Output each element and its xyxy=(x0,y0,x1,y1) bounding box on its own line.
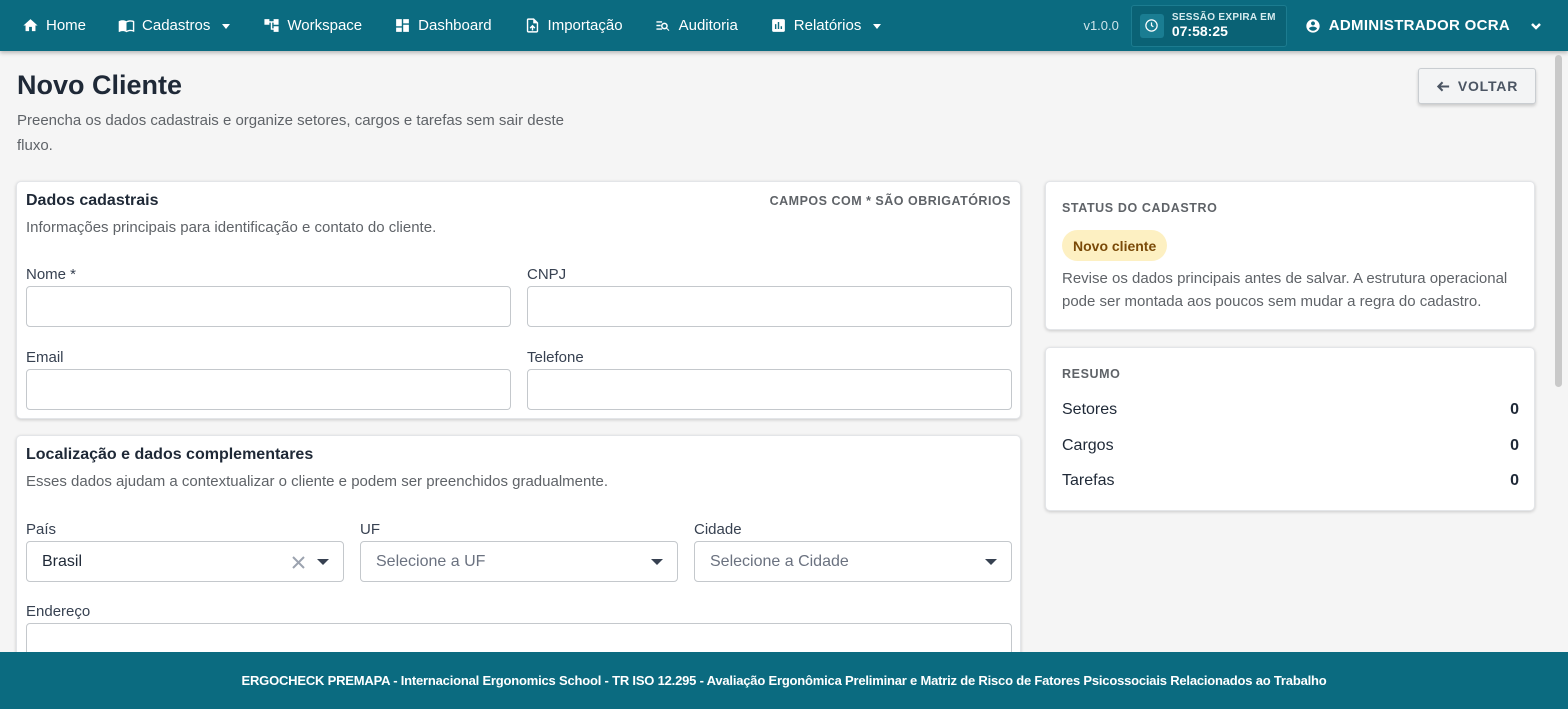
caret-down-icon xyxy=(873,23,882,29)
nav-workspace[interactable]: Workspace xyxy=(263,17,362,34)
book-icon xyxy=(118,20,135,33)
nome-field[interactable] xyxy=(26,286,511,327)
nav-relatorios[interactable]: Relatórios xyxy=(770,17,883,34)
nav-auditoria[interactable]: Auditoria xyxy=(655,17,738,34)
dropdown-arrow-icon[interactable] xyxy=(651,559,663,565)
nav-home-label: Home xyxy=(46,17,87,34)
endereco-label: Endereço xyxy=(26,603,91,620)
app-version: v1.0.0 xyxy=(1083,18,1119,33)
top-navbar: Home Cadastros Workspace Dashboard Impor… xyxy=(0,0,1568,51)
pais-label: País xyxy=(26,521,57,538)
footer-text: ERGOCHECK PREMAPA - Internacional Ergono… xyxy=(241,673,1327,688)
dashboard-icon xyxy=(396,19,410,32)
pais-select[interactable]: Brasil xyxy=(26,541,344,582)
caret-down-icon xyxy=(222,23,231,29)
page-scrollbar[interactable] xyxy=(1555,55,1562,387)
arrow-left-icon xyxy=(1436,81,1449,91)
card-title: Localização e dados complementares xyxy=(26,446,314,463)
card-description: Esses dados ajudam a contextualizar o cl… xyxy=(26,473,609,490)
cidade-label: Cidade xyxy=(694,521,742,538)
cidade-select[interactable]: Selecione a Cidade xyxy=(694,541,1012,582)
uf-label: UF xyxy=(360,521,380,538)
nav-cadastros[interactable]: Cadastros xyxy=(118,17,231,34)
required-fields-note: CAMPOS COM * SÃO OBRIGATÓRIOS xyxy=(769,194,1011,208)
resumo-heading: RESUMO xyxy=(1062,367,1121,381)
workspace-icon xyxy=(264,19,279,32)
nav-right: v1.0.0 SESSÃO EXPIRA EM 07:58:25 ADMINIS… xyxy=(1083,0,1568,51)
uf-select[interactable]: Selecione a UF xyxy=(360,541,678,582)
page-subtitle: Preencha os dados cadastrais e organize … xyxy=(17,112,564,154)
dropdown-arrow-icon[interactable] xyxy=(985,559,997,565)
nav-cadastros-label: Cadastros xyxy=(142,17,211,34)
home-icon xyxy=(23,19,38,32)
nav-workspace-label: Workspace xyxy=(287,17,363,34)
dados-cadastrais-card: Dados cadastrais CAMPOS COM * SÃO OBRIGA… xyxy=(16,181,1021,419)
clock-icon xyxy=(1139,13,1164,38)
card-description: Informações principais para identificaçã… xyxy=(26,219,437,236)
resumo-card: RESUMO Setores 0 Cargos 0 Tarefas 0 xyxy=(1045,347,1535,511)
nav-importacao[interactable]: Importação xyxy=(524,17,623,34)
dropdown-arrow-icon[interactable] xyxy=(317,559,329,565)
cnpj-label: CNPJ xyxy=(527,266,567,283)
summary-count: 0 xyxy=(1510,437,1519,454)
summary-label: Tarefas xyxy=(1062,472,1115,489)
back-button[interactable]: VOLTAR xyxy=(1418,68,1536,104)
nav-importacao-label: Importação xyxy=(547,17,623,34)
localizacao-card: Localização e dados complementares Esses… xyxy=(16,435,1021,675)
session-label: SESSÃO EXPIRA EM xyxy=(1171,12,1276,23)
chevron-down-icon xyxy=(1531,22,1541,30)
chart-icon xyxy=(771,19,785,32)
nav-home[interactable]: Home xyxy=(22,17,86,34)
clear-icon[interactable] xyxy=(291,555,306,570)
session-timer: SESSÃO EXPIRA EM 07:58:25 xyxy=(1130,4,1287,47)
telefone-label: Telefone xyxy=(527,349,584,366)
status-text: Revise os dados principais antes de salv… xyxy=(1062,270,1508,310)
summary-label: Cargos xyxy=(1062,437,1114,454)
status-card: STATUS DO CADASTRO Novo cliente Revise o… xyxy=(1045,181,1535,330)
account-circle-icon xyxy=(1306,18,1320,33)
summary-row-setores: Setores 0 xyxy=(1062,401,1519,419)
summary-row-cargos: Cargos 0 xyxy=(1062,437,1519,455)
audit-icon xyxy=(656,21,669,31)
email-field[interactable] xyxy=(26,369,511,410)
page-title: Novo Cliente xyxy=(17,70,183,100)
nav-relatorios-label: Relatórios xyxy=(793,17,862,34)
session-time: 07:58:25 xyxy=(1171,23,1228,39)
uf-placeholder: Selecione a UF xyxy=(376,552,486,570)
cnpj-field[interactable] xyxy=(527,286,1012,327)
nome-label: Nome * xyxy=(26,266,77,283)
telefone-field[interactable] xyxy=(527,369,1012,410)
cidade-placeholder: Selecione a Cidade xyxy=(710,552,849,570)
pais-value: Brasil xyxy=(42,552,83,570)
summary-label: Setores xyxy=(1062,401,1118,418)
status-badge: Novo cliente xyxy=(1062,230,1168,261)
summary-count: 0 xyxy=(1510,401,1519,418)
summary-row-tarefas: Tarefas 0 xyxy=(1062,472,1519,490)
user-menu[interactable]: ADMINISTRADOR OCRA xyxy=(1305,17,1542,34)
card-title: Dados cadastrais xyxy=(26,192,159,209)
user-name: ADMINISTRADOR OCRA xyxy=(1328,17,1510,34)
footer: ERGOCHECK PREMAPA - Internacional Ergono… xyxy=(0,652,1568,709)
email-label: Email xyxy=(26,349,64,366)
status-heading: STATUS DO CADASTRO xyxy=(1062,201,1218,215)
back-button-label: VOLTAR xyxy=(1457,78,1519,94)
nav-dashboard[interactable]: Dashboard xyxy=(394,17,492,34)
import-icon xyxy=(526,18,538,33)
nav-auditoria-label: Auditoria xyxy=(678,17,738,34)
nav-dashboard-label: Dashboard xyxy=(418,17,492,34)
summary-count: 0 xyxy=(1510,472,1519,489)
